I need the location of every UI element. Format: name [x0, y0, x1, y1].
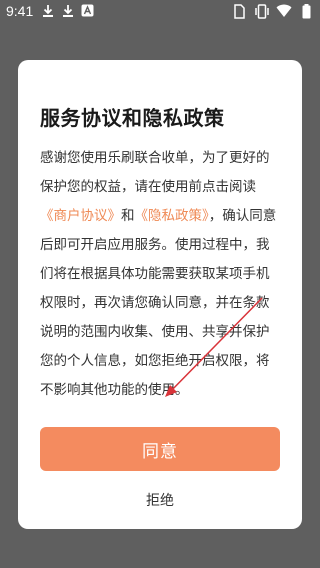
body-text-rest: ，确认同意后即可开启应用服务。使用过程中，我们将在根据具体功能需要获取某项手机权… [40, 208, 277, 398]
dialog-body: 感谢您使用乐刷联合收单，为了更好的保护您的权益，请在使用前点击阅读《商户协议》和… [40, 144, 282, 405]
vibrate-icon [255, 4, 269, 19]
merchant-agreement-link[interactable]: 《商户协议》 [40, 208, 121, 224]
reject-button[interactable]: 拒绝 [120, 485, 200, 515]
download-icon [63, 5, 73, 17]
agree-button[interactable]: 同意 [40, 427, 280, 471]
body-text-and: 和 [121, 208, 135, 224]
app-notification-icon [81, 4, 94, 17]
privacy-dialog: 服务协议和隐私政策 感谢您使用乐刷联合收单，为了更好的保护您的权益，请在使用前点… [18, 60, 302, 529]
dialog-title: 服务协议和隐私政策 [40, 106, 225, 130]
battery-icon [302, 4, 311, 19]
status-bar: 9:41 [0, 0, 320, 24]
privacy-policy-link[interactable]: 《隐私政策》 [135, 208, 209, 224]
download-icon [43, 5, 53, 17]
status-time: 9:41 [6, 3, 34, 19]
sim-card-icon [234, 4, 245, 19]
body-text-intro: 感谢您使用乐刷联合收单，为了更好的保护您的权益，请在使用前点击阅读 [40, 150, 270, 195]
wifi-icon [276, 4, 292, 17]
